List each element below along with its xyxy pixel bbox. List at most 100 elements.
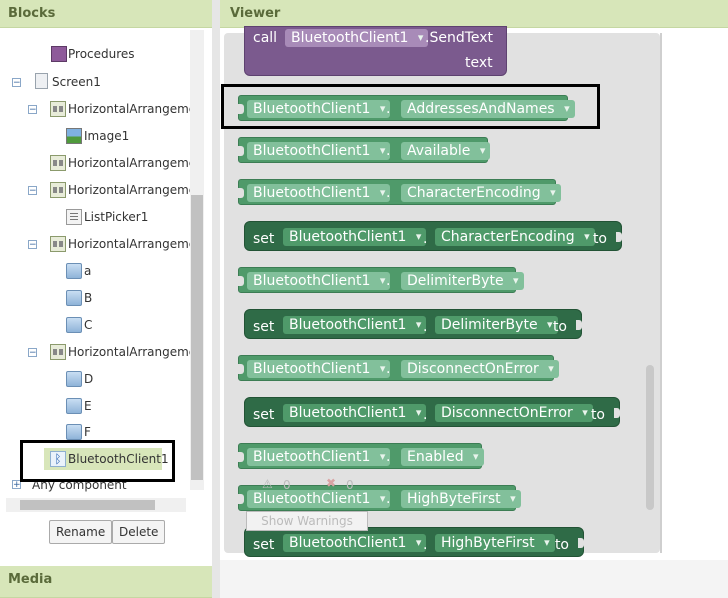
output-plug	[238, 146, 244, 156]
horizontal-arrangement-icon	[50, 155, 66, 171]
collapse-toggle-icon[interactable]: −	[12, 78, 21, 88]
image-icon	[66, 128, 82, 144]
component-dropdown[interactable]: BluetoothClient1	[285, 29, 429, 47]
dot-separator: .	[386, 361, 391, 377]
tree-item-label: HorizontalArrangemer	[68, 237, 202, 251]
tree-item-label: F	[84, 425, 91, 439]
get-delimiterbyte-block[interactable]: BluetoothClient1. DelimiterByte	[238, 267, 524, 293]
tree-item-label: D	[84, 372, 94, 386]
horizontal-arrangement-icon	[50, 344, 66, 360]
property-dropdown[interactable]: CharacterEncoding	[435, 228, 595, 246]
component-dropdown[interactable]: BluetoothClient1	[247, 142, 391, 160]
blocks-panel: Blocks Procedures − Screen1 − Horizontal…	[0, 0, 212, 598]
property-dropdown[interactable]: HighByteFirst	[435, 534, 555, 552]
component-dropdown[interactable]: BluetoothClient1	[247, 490, 391, 508]
component-dropdown[interactable]: BluetoothClient1	[247, 448, 391, 466]
input-socket	[616, 232, 622, 242]
viewer-title: Viewer	[220, 0, 728, 28]
collapse-toggle-icon[interactable]: −	[28, 240, 37, 250]
component-dropdown[interactable]: BluetoothClient1	[283, 404, 427, 422]
call-word: call	[253, 30, 278, 46]
dot-separator: .	[423, 537, 428, 553]
procedures-icon	[51, 46, 67, 62]
warning-count: 0	[283, 478, 291, 492]
tree-item-label: a	[84, 264, 92, 278]
tree-item-label: HorizontalArrangemer	[68, 345, 202, 359]
method-label: .SendText	[425, 30, 494, 46]
output-plug	[238, 276, 244, 286]
warning-icon: ⚠	[262, 477, 273, 491]
property-dropdown[interactable]: DelimiterByte	[435, 316, 558, 334]
tree-item-label: B	[84, 291, 93, 305]
tree-horizontal-scroll-thumb[interactable]	[20, 500, 155, 510]
get-available-block[interactable]: BluetoothClient1. Available	[238, 137, 491, 163]
get-characterencoding-block[interactable]: BluetoothClient1. CharacterEncoding	[238, 179, 561, 205]
set-characterencoding-block[interactable]: set BluetoothClient1. CharacterEncodingto	[244, 221, 622, 251]
component-dropdown[interactable]: BluetoothClient1	[283, 534, 427, 552]
property-dropdown[interactable]: HighByteFirst	[401, 490, 521, 508]
property-dropdown[interactable]: Available	[401, 142, 491, 160]
tree-vertical-scroll-thumb[interactable]	[191, 195, 203, 480]
collapse-toggle-icon[interactable]: −	[28, 186, 37, 196]
show-warnings-button[interactable]: Show Warnings	[246, 511, 368, 531]
component-dropdown[interactable]: BluetoothClient1	[283, 316, 427, 334]
horizontal-arrangement-icon	[50, 236, 66, 252]
horizontal-arrangement-icon	[50, 182, 66, 198]
component-dropdown[interactable]: BluetoothClient1	[283, 228, 427, 246]
dot-separator: .	[386, 273, 391, 289]
tree-item-label: HorizontalArrangemer	[68, 156, 202, 170]
get-enabled-block[interactable]: BluetoothClient1. Enabled	[238, 443, 484, 469]
collapse-toggle-icon[interactable]: −	[28, 348, 37, 358]
rename-button[interactable]: Rename	[49, 520, 113, 544]
property-dropdown[interactable]: DisconnectOnError	[401, 360, 559, 378]
viewer-blank-area	[662, 33, 728, 553]
listpicker-icon	[66, 209, 82, 225]
property-dropdown[interactable]: DisconnectOnError	[435, 404, 593, 422]
button-icon	[66, 398, 82, 414]
delete-button[interactable]: Delete	[112, 520, 166, 544]
button-icon	[66, 424, 82, 440]
dot-separator: .	[423, 231, 428, 247]
dot-separator: .	[386, 143, 391, 159]
property-dropdown[interactable]: CharacterEncoding	[401, 184, 561, 202]
property-dropdown[interactable]: DelimiterByte	[401, 272, 524, 290]
set-delimiterbyte-block[interactable]: set BluetoothClient1. DelimiterByteto	[244, 309, 582, 339]
arg-label: text	[465, 55, 493, 71]
highlight-box	[20, 440, 175, 482]
button-icon	[66, 290, 82, 306]
panel-divider[interactable]	[212, 0, 220, 598]
component-dropdown[interactable]: BluetoothClient1	[247, 272, 391, 290]
component-dropdown[interactable]: BluetoothClient1	[247, 184, 391, 202]
set-word: set	[253, 537, 275, 553]
to-word: to	[552, 319, 567, 335]
tree-item-label: HorizontalArrangemer	[68, 183, 202, 197]
set-disconnectonerror-block[interactable]: set BluetoothClient1. DisconnectOnErrorto	[244, 397, 620, 427]
workspace-border	[660, 33, 662, 553]
collapse-toggle-icon[interactable]: −	[28, 105, 37, 115]
button-icon	[66, 371, 82, 387]
set-word: set	[253, 231, 275, 247]
to-word: to	[590, 407, 605, 423]
input-socket	[576, 320, 582, 330]
component-dropdown[interactable]: BluetoothClient1	[247, 360, 391, 378]
call-sendtext-block[interactable]: call BluetoothClient1 .SendText text	[244, 26, 507, 76]
set-word: set	[253, 407, 275, 423]
get-highbytefirst-block[interactable]: BluetoothClient1. HighByteFirst	[238, 485, 521, 511]
tree-item-label: E	[84, 399, 92, 413]
property-dropdown[interactable]: Enabled	[401, 448, 484, 466]
input-socket	[614, 408, 620, 418]
get-disconnectonerror-block[interactable]: BluetoothClient1. DisconnectOnError	[238, 355, 559, 381]
screen-icon	[35, 73, 48, 89]
dot-separator: .	[423, 319, 428, 335]
error-count: 0	[346, 478, 354, 492]
tree-item-label: Image1	[84, 129, 130, 143]
workspace-vertical-scrollbar[interactable]	[646, 365, 654, 510]
output-plug	[238, 364, 244, 374]
set-highbytefirst-block[interactable]: set BluetoothClient1. HighByteFirstto	[244, 527, 584, 557]
tree-item-label: C	[84, 318, 93, 332]
blocks-panel-title: Blocks	[0, 0, 212, 28]
input-socket	[578, 538, 584, 548]
to-word: to	[554, 537, 569, 553]
to-word: to	[592, 231, 607, 247]
error-icon: ✖	[326, 476, 337, 490]
